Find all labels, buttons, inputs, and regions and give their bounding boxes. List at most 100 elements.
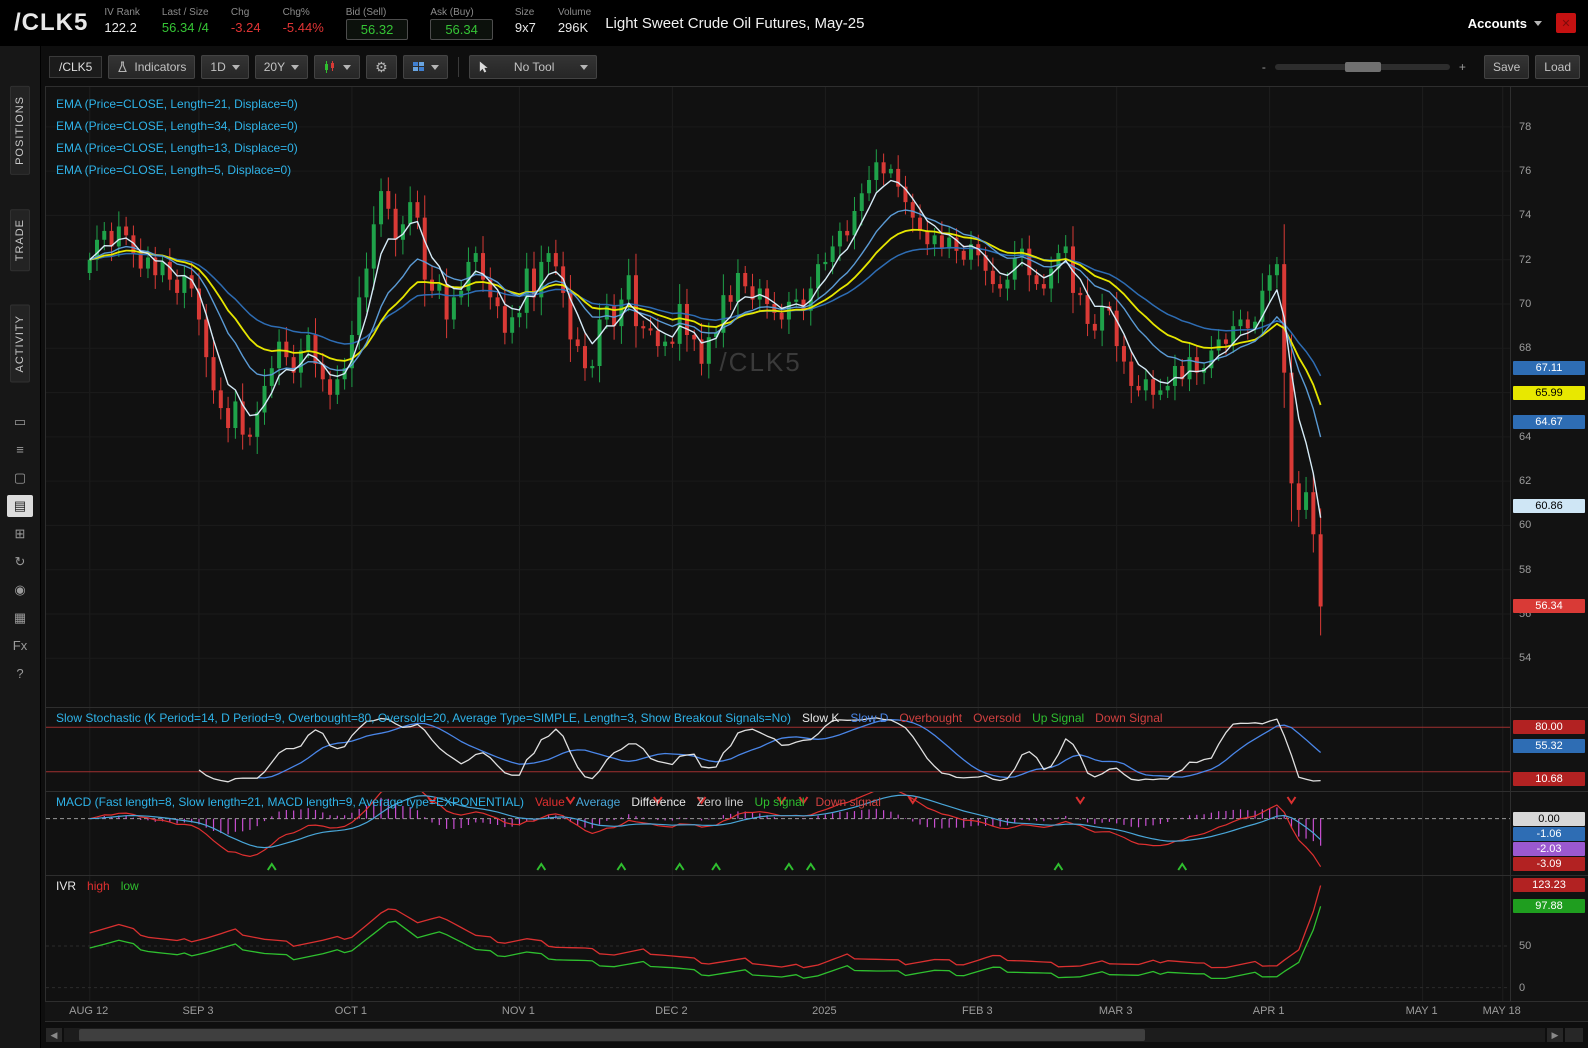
- accounts-label: Accounts: [1467, 15, 1527, 31]
- fx-icon[interactable]: Fx: [7, 635, 33, 657]
- instrument-description: Light Sweet Crude Oil Futures, May-25: [605, 14, 865, 32]
- chg-value: -5.44%: [282, 20, 324, 35]
- price-chart-panel: /CLK5 EMA (Price=CLOSE, Length=21, Displ…: [46, 87, 1588, 708]
- candlestick-icon: [325, 61, 335, 73]
- header-field-iv-rank: IV Rank 122.2: [104, 7, 140, 35]
- stochastic-canvas[interactable]: [46, 708, 1510, 791]
- chevron-down-icon: [1534, 20, 1542, 26]
- watchlist-icon[interactable]: ≡: [7, 439, 33, 461]
- price-axis-badge: 67.11: [1513, 360, 1585, 375]
- charts-icon[interactable]: ▤: [7, 494, 33, 517]
- chart-settings-button[interactable]: ⚙: [366, 55, 397, 79]
- macd-axis-badge: -1.06: [1513, 827, 1585, 842]
- macd-down-signal-arrow: [1286, 796, 1297, 805]
- drawing-tool-dropdown[interactable]: No Tool: [468, 55, 597, 79]
- horizontal-scrollbar: ◀ ▶: [46, 1024, 1583, 1046]
- macd-up-signal-arrow: [784, 862, 794, 871]
- macd-up-signal-arrow: [805, 862, 816, 871]
- sidebar-tab-positions[interactable]: POSITIONS: [10, 86, 30, 175]
- price-axis-badge: 65.99: [1513, 385, 1585, 400]
- time-axis-label: AUG 12: [69, 1005, 109, 1017]
- sidebar-tabs: POSITIONS TRADE ACTIVITY: [10, 86, 30, 383]
- toolbar-symbol-label: /CLK5: [49, 56, 103, 78]
- scroll-left-button[interactable]: ◀: [46, 1028, 62, 1042]
- zoom-slider-thumb[interactable]: [1344, 62, 1381, 72]
- calendar-icon[interactable]: ▦: [7, 607, 33, 629]
- price-axis[interactable]: 78 76 74 72 70 68 64 62 60 58 56 54 67.11 65.99 64.67 6…: [1510, 87, 1588, 707]
- time-axis-label: OCT 1: [334, 1005, 368, 1017]
- macd-up-signal-arrow: [266, 862, 277, 871]
- sidebar-tab-activity[interactable]: ACTIVITY: [10, 305, 30, 383]
- tv-icon[interactable]: ▢: [7, 467, 33, 489]
- accounts-menu[interactable]: Accounts: [1468, 16, 1542, 31]
- zoom-out-button[interactable]: -: [1262, 60, 1266, 74]
- ivr-axis-tick: 0: [1519, 981, 1526, 994]
- range-dropdown[interactable]: 20Y: [254, 55, 309, 79]
- sidebar-tab-trade[interactable]: TRADE: [10, 208, 30, 272]
- time-axis-label: DEC 2: [655, 1005, 688, 1017]
- macd-canvas[interactable]: [46, 792, 1510, 875]
- community-icon[interactable]: ◉: [7, 579, 33, 601]
- chevron-down-icon: [343, 64, 352, 70]
- chg-value: -3.24: [230, 20, 261, 35]
- price-axis-badge: 60.86: [1513, 499, 1585, 514]
- macd-panel: MACD (Fast length=8, Slow length=21, MAC…: [46, 792, 1588, 876]
- bid-sell-value[interactable]: 56.32: [345, 19, 409, 40]
- stochastic-panel: Slow Stochastic (K Period=14, D Period=9…: [46, 708, 1588, 792]
- scrollbar-corner: [1565, 1028, 1583, 1042]
- aggregation-dropdown[interactable]: 1D: [201, 55, 249, 79]
- notification-badge[interactable]: ✕: [1556, 13, 1576, 33]
- time-axis-label: MAR 3: [1098, 1005, 1133, 1017]
- scroll-right-button[interactable]: ▶: [1547, 1028, 1563, 1042]
- macd-up-signal-arrow: [616, 862, 627, 871]
- apps-grid-icon[interactable]: ⊞: [7, 523, 33, 545]
- sidebar-icons: ▭ ≡ ▢ ▤ ⊞ ↻ ◉ ▦ Fx?: [7, 411, 33, 685]
- scrollbar-thumb[interactable]: [78, 1029, 1146, 1041]
- price-chart-canvas[interactable]: [46, 87, 1510, 707]
- zoom-control: - +: [1262, 60, 1466, 74]
- ivr-panel: IVR high low 50 0 123.23 97.88: [46, 876, 1588, 1002]
- time-axis-label: MAY 18: [1482, 1005, 1521, 1017]
- scrollbar-track[interactable]: [64, 1028, 1545, 1042]
- thinkorswim-window: /CLK5 IV Rank 122.2 Last / Size 56.34 /4 Chg…: [0, 0, 1588, 1048]
- price-axis-tick: 64: [1519, 430, 1532, 443]
- left-sidebar: POSITIONS TRADE ACTIVITY ▭ ≡ ▢ ▤ ⊞ ↻ ◉ ▦ Fx?: [0, 46, 41, 1048]
- save-button[interactable]: Save: [1483, 55, 1530, 79]
- ivr-axis-badge: 123.23: [1513, 877, 1585, 892]
- price-axis-tick: 72: [1519, 253, 1532, 266]
- macd-axis[interactable]: 0.00 -1.06 -2.03 -3.09: [1510, 792, 1588, 875]
- macd-axis-badge: -2.03: [1513, 841, 1585, 856]
- ivr-axis[interactable]: 50 0 123.23 97.88: [1510, 876, 1588, 1001]
- chart-content: /CLK5 Indicators 1D 20Y ⚙ No Tool - + Sa…: [41, 46, 1588, 1048]
- price-axis-tick: 68: [1519, 342, 1532, 355]
- ask-buy-value[interactable]: 56.34: [430, 19, 493, 40]
- stochastic-axis-badge: 55.32: [1513, 738, 1585, 753]
- chevron-down-icon: [579, 64, 588, 70]
- indicators-button[interactable]: Indicators: [108, 55, 196, 79]
- time-axis-label: SEP 3: [182, 1005, 214, 1017]
- help-icon[interactable]: ?: [7, 663, 33, 685]
- price-axis-tick: 60: [1519, 519, 1532, 532]
- time-axis[interactable]: AUG 12 SEP 3 OCT 1 NOV 1 DEC 2 2025 FEB 3 MAR 3…: [45, 1002, 1588, 1022]
- chart-style-dropdown[interactable]: [314, 55, 361, 79]
- load-button[interactable]: Load: [1535, 55, 1580, 79]
- flask-icon: [118, 61, 128, 73]
- header-field-last-size: Last / Size 56.34 /4: [161, 7, 209, 35]
- time-axis-label: MAY 1: [1405, 1005, 1438, 1017]
- macd-down-signal-arrow: [907, 796, 918, 805]
- stochastic-axis-badge: 10.68: [1513, 771, 1585, 786]
- zoom-slider[interactable]: [1274, 62, 1450, 72]
- ivr-canvas[interactable]: [46, 876, 1510, 1001]
- price-axis-tick: 76: [1519, 165, 1532, 178]
- macd-up-signal-arrow: [711, 862, 721, 871]
- zoom-in-button[interactable]: +: [1459, 60, 1466, 74]
- history-icon[interactable]: ↻: [7, 551, 33, 573]
- header-field-chg: Chg -3.24: [230, 7, 261, 35]
- grid-layout-dropdown[interactable]: [402, 55, 448, 79]
- macd-down-signal-arrow: [652, 796, 663, 805]
- stochastic-axis[interactable]: 80.00 55.32 10.68: [1510, 708, 1588, 791]
- macd-up-signal-arrow: [536, 862, 547, 871]
- price-axis-tick: 62: [1519, 475, 1532, 488]
- monitor-icon[interactable]: ▭: [7, 411, 33, 433]
- macd-down-signal-arrow: [565, 796, 576, 805]
